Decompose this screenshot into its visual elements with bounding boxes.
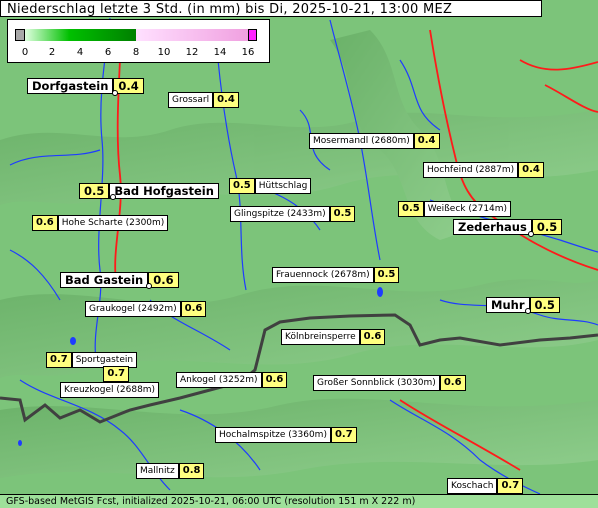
legend-tick: 6	[104, 47, 112, 58]
station-hochalmspitze: Hochalmspitze (3360m) 0.7	[215, 427, 357, 443]
station-value: 0.5	[373, 267, 400, 283]
station-glingspitze: Glingspitze (2433m) 0.5	[230, 206, 356, 222]
station-value: 0.4	[413, 133, 440, 149]
station-value: 0.7	[497, 478, 524, 494]
station-name: Weißeck (2714m)	[423, 201, 512, 217]
station-name: Ankogel (3252m)	[176, 372, 262, 388]
station-name: Dorfgastein	[27, 78, 114, 94]
station-value: 0.4	[518, 162, 544, 178]
legend-tick: 0	[21, 47, 29, 58]
station-name: Graukogel (2492m)	[85, 301, 181, 317]
station-name: Bad Hofgastein	[109, 183, 219, 199]
station-name: Hohe Scharte (2300m)	[57, 215, 169, 231]
station-value: 0.5	[229, 178, 255, 194]
station-bad-hofgastein: Bad Hofgastein 0.5	[79, 183, 219, 199]
station-kreuzkogel: Kreuzkogel (2688m) 0.7	[60, 366, 160, 398]
legend-above-max	[248, 29, 257, 41]
station-huettschlag: Hüttschlag 0.5	[229, 178, 312, 194]
station-name: Mosermandl (2680m)	[309, 133, 414, 149]
station-value: 0.5	[529, 297, 560, 313]
station-dorfgastein: Dorfgastein 0.4	[27, 78, 144, 94]
legend-tick: 10	[157, 47, 171, 58]
station-name: Kölnbreinsperre	[281, 329, 360, 345]
station-value: 0.5	[531, 219, 563, 235]
location-marker	[112, 90, 118, 96]
station-muhr: Muhr 0.5	[486, 297, 560, 313]
station-name: Grossarl	[168, 92, 214, 108]
station-koschach: Koschach 0.7	[447, 478, 524, 494]
location-marker	[146, 283, 152, 289]
precipitation-legend: 0 2 4 6 8 10 12 14 16	[7, 19, 270, 63]
station-value: 0.4	[213, 92, 239, 108]
station-value: 0.7	[103, 366, 130, 382]
station-name: Hochfeind (2887m)	[423, 162, 519, 178]
legend-below-zero	[15, 29, 25, 41]
forecast-footer: GFS-based MetGIS Fcst, initialized 2025-…	[0, 494, 598, 508]
station-graukogel: Graukogel (2492m) 0.6	[85, 301, 207, 317]
station-hohe-scharte: Hohe Scharte (2300m) 0.6	[32, 215, 169, 231]
station-name: Muhr	[486, 297, 530, 313]
station-value: 0.5	[79, 183, 110, 199]
station-value: 0.6	[148, 272, 179, 288]
station-value: 0.5	[398, 201, 424, 217]
station-value: 0.5	[329, 206, 356, 222]
location-marker	[525, 308, 531, 314]
station-bad-gastein: Bad Gastein 0.6	[60, 272, 179, 288]
legend-tick: 12	[185, 47, 199, 58]
legend-band-green	[25, 29, 136, 41]
station-value: 0.7	[330, 427, 357, 443]
station-ankogel: Ankogel (3252m) 0.6	[176, 372, 288, 388]
station-name: Hochalmspitze (3360m)	[215, 427, 331, 443]
station-name: Glingspitze (2433m)	[230, 206, 330, 222]
station-value: 0.6	[359, 329, 386, 345]
station-name: Bad Gastein	[60, 272, 149, 288]
station-name: Zederhaus	[453, 219, 532, 235]
legend-tick: 4	[76, 47, 84, 58]
station-grosser-sonnblick: Großer Sonnblick (3030m) 0.6	[313, 375, 466, 391]
station-zederhaus: Zederhaus 0.5	[453, 219, 563, 235]
map-title: Niederschlag letzte 3 Std. (in mm) bis D…	[0, 0, 542, 17]
location-marker	[528, 231, 534, 237]
legend-tick: 16	[241, 47, 255, 58]
station-mosermandl: Mosermandl (2680m) 0.4	[309, 133, 440, 149]
location-marker	[110, 194, 116, 200]
legend-tick: 14	[213, 47, 227, 58]
station-value: 0.6	[439, 375, 466, 391]
station-weisseck: Weißeck (2714m) 0.5	[398, 201, 512, 217]
station-frauennock: Frauennock (2678m) 0.5	[272, 267, 400, 283]
station-koelnbreinsperre: Kölnbreinsperre 0.6	[281, 329, 386, 345]
legend-tick: 8	[132, 47, 140, 58]
station-hochfeind: Hochfeind (2887m) 0.4	[423, 162, 544, 178]
station-name: Großer Sonnblick (3030m)	[313, 375, 440, 391]
legend-tick: 2	[48, 47, 56, 58]
station-mallnitz: Mallnitz 0.8	[136, 463, 205, 479]
station-value: 0.6	[261, 372, 288, 388]
station-name: Frauennock (2678m)	[272, 267, 374, 283]
precipitation-map: Niederschlag letzte 3 Std. (in mm) bis D…	[0, 0, 598, 508]
station-name: Kreuzkogel (2688m)	[60, 382, 160, 398]
station-grossarl: Grossarl 0.4	[168, 92, 239, 108]
station-name: Hüttschlag	[254, 178, 312, 194]
station-name: Koschach	[447, 478, 498, 494]
station-value: 0.6	[180, 301, 207, 317]
station-value: 0.6	[32, 215, 58, 231]
station-name: Mallnitz	[136, 463, 179, 479]
station-value: 0.8	[178, 463, 205, 479]
legend-band-pink	[136, 29, 248, 41]
